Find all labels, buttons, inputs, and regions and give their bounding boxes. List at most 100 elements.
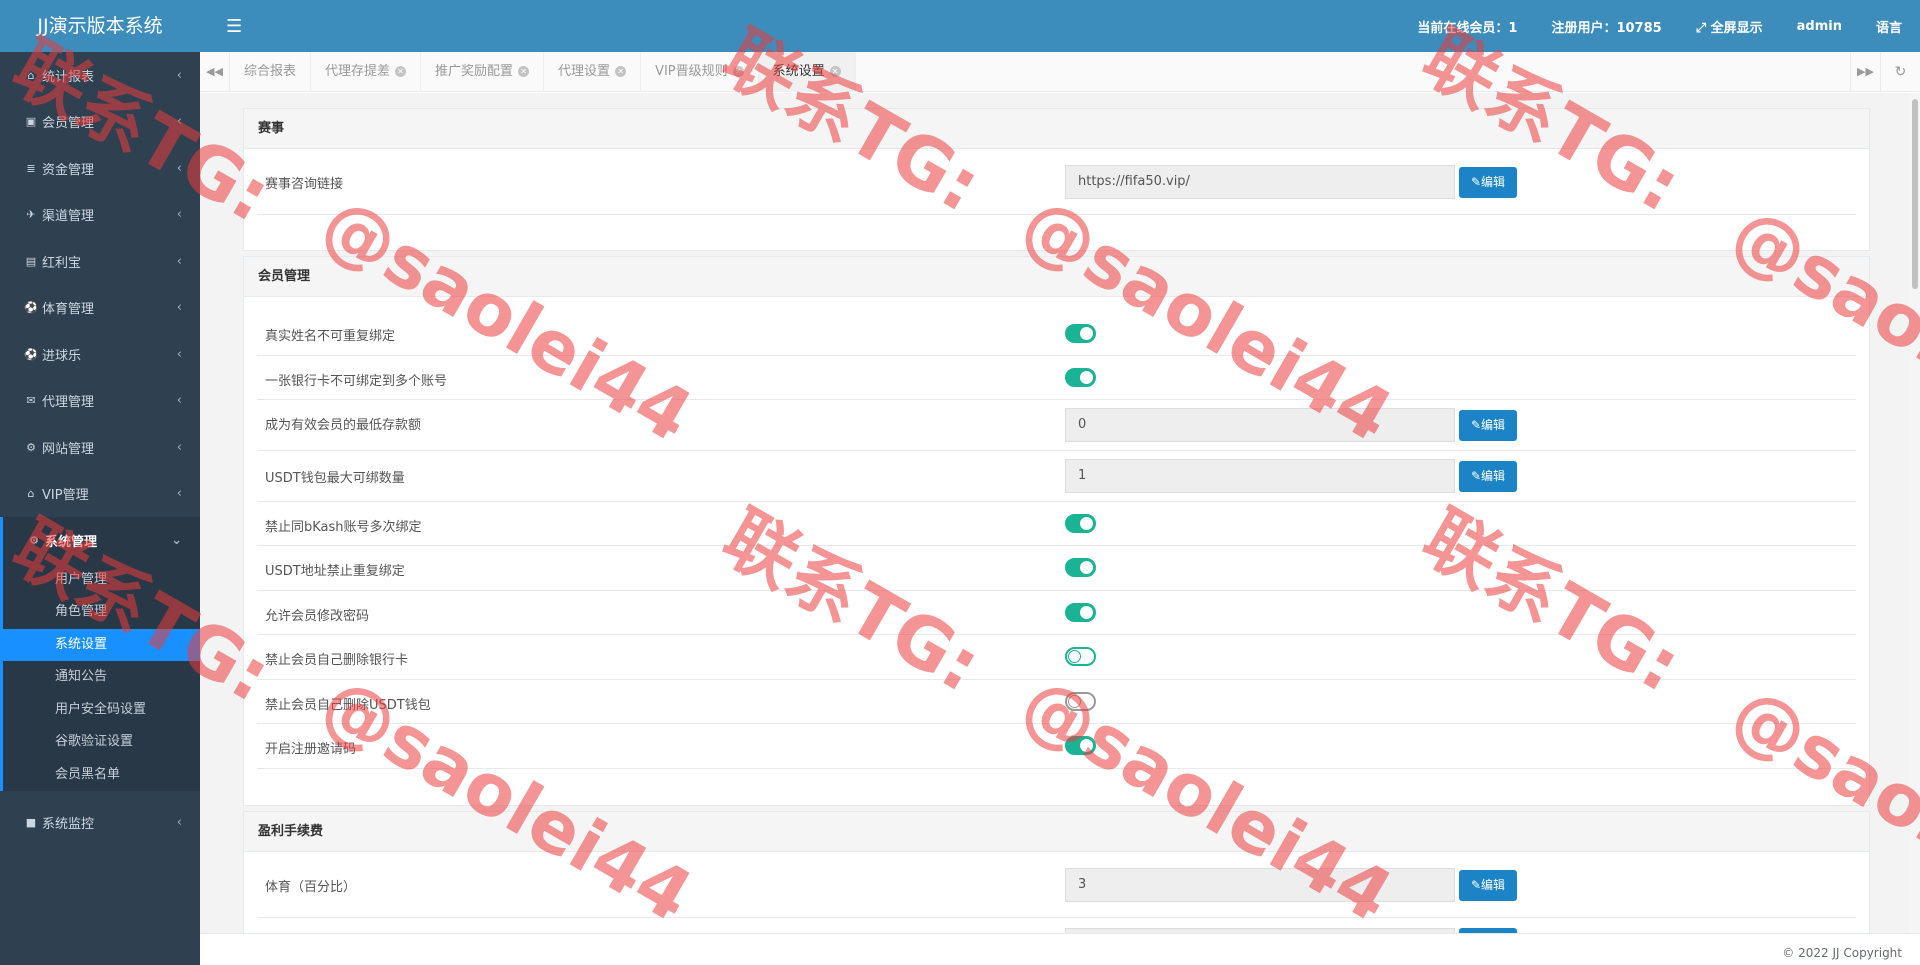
submenu-item-blacklist[interactable]: 会员黑名单 [3,759,200,792]
submenu-item-security-code[interactable]: 用户安全码设置 [3,694,200,727]
section-event: 赛事 赛事咨询链接 https://fifa50.vip/ ✎编辑 [243,108,1870,251]
toggle-knob [1080,561,1093,574]
setting-row: 真实姓名不可重复绑定 [257,297,1856,356]
sports-fee-input[interactable]: 3 [1065,868,1455,902]
submenu-item-notices[interactable]: 通知公告 [3,661,200,694]
user-icon: ▣ [25,115,37,129]
chevron-left-icon: ‹ [176,346,182,362]
sidebar-item-sports[interactable]: ⚽ 体育管理 ‹ [0,285,200,332]
scrollbar-thumb[interactable] [1912,99,1918,289]
setting-label: 禁止会员自己删除银行卡 [265,653,409,668]
sidebar-item-agents[interactable]: ✉ 代理管理 ‹ [0,378,200,425]
tab-vip-rules[interactable]: VIP晋级规则 ✕ [641,52,759,92]
setting-label: 禁止同bKash账号多次绑定 [265,520,422,535]
submenu-item-settings[interactable]: 系统设置 [0,628,200,661]
setting-label: 允许会员修改密码 [265,609,370,624]
edit-button[interactable]: ✎编辑 [1459,410,1517,441]
toggle-knob [1080,739,1093,752]
tabs-scroll-right-icon[interactable]: ▶▶ [1850,52,1880,92]
envelope-icon: ✉ [26,394,36,408]
tab-overview-report[interactable]: 综合报表 [230,52,312,92]
sidebar-item-system[interactable]: ⚙ 系统管理 ⌄ [0,517,200,564]
expand-icon: ⤢ [1695,20,1707,36]
sidebar-item-monitor[interactable]: ■ 系统监控 ‹ [0,799,200,846]
edit-icon: ✎ [1470,878,1482,892]
sidebar-item-vip[interactable]: ⌂ VIP管理 ‹ [0,471,200,518]
sidebar-item-members[interactable]: ▣ 会员管理 ‹ [0,99,200,146]
close-icon[interactable]: ✕ [732,66,744,77]
min-deposit-input[interactable]: 0 [1065,408,1455,442]
setting-row: 禁止同bKash账号多次绑定 [257,502,1856,546]
tab-label: 综合报表 [244,64,297,79]
sidebar-item-goal[interactable]: ⚽ 进球乐 ‹ [0,331,200,378]
tab-label: 推广奖励配置 [435,64,514,79]
sidebar-item-label: 统计报表 [42,69,95,85]
sidebar-item-funds[interactable]: ≣ 资金管理 ‹ [0,145,200,192]
setting-label: 体育（百分比） [265,880,357,895]
setting-label: 真实姓名不可重复绑定 [265,329,396,344]
sidebar-item-bonus[interactable]: ▤ 红利宝 ‹ [0,238,200,285]
toggle-switch[interactable] [1065,647,1096,666]
edit-button[interactable]: ✎编辑 [1459,167,1517,198]
toggle-knob [1080,371,1093,384]
setting-label: 成为有效会员的最低存款额 [265,418,422,433]
usdt-max-input[interactable]: 1 [1065,459,1455,493]
toggle-switch[interactable] [1065,736,1096,755]
tabs-scroll-left-icon[interactable]: ◀◀ [200,52,230,92]
soccer-icon: ⚽ [24,301,38,315]
edit-label: 编辑 [1481,418,1506,432]
sidebar-item-reports[interactable]: ⌂ 统计报表 ‹ [0,52,200,99]
close-icon[interactable]: ✕ [615,66,627,77]
submenu-item-roles[interactable]: 角色管理 [3,596,200,629]
chevron-left-icon: ‹ [176,439,182,455]
chevron-left-icon: ‹ [176,300,182,316]
user-menu[interactable]: admin [1797,19,1842,34]
video-icon: ■ [25,815,37,829]
sidebar-item-label: 渠道管理 [42,209,95,225]
sidebar-item-website[interactable]: ⚙ 网站管理 ‹ [0,424,200,471]
toggle-knob [1080,606,1093,619]
toggle-switch[interactable] [1065,514,1096,533]
section-member: 会员管理 真实姓名不可重复绑定 一张银行卡不可绑定到多个账号 成为有效会员的最低… [243,256,1870,806]
close-icon[interactable]: ✕ [829,66,841,77]
edit-button[interactable]: ✎编辑 [1459,870,1517,901]
sidebar-item-channels[interactable]: ✈ 渠道管理 ‹ [0,192,200,239]
language-menu[interactable]: 语言 [1876,17,1902,36]
submenu-item-users[interactable]: 用户管理 [3,564,200,597]
toggle-switch[interactable] [1065,603,1096,622]
tab-agent-settings[interactable]: 代理设置 ✕ [544,52,642,92]
setting-label: 一张银行卡不可绑定到多个账号 [265,374,448,389]
edit-icon: ✎ [1470,175,1482,189]
top-navbar: ☰ 当前在线会员：1 注册用户：10785 ⤢ 全屏显示 admin 语言 [200,0,1920,52]
chevron-left-icon: ‹ [176,253,182,269]
tab-system-settings[interactable]: 系统设置 ✕ [758,52,856,92]
edit-label: 编辑 [1481,878,1506,892]
setting-label: 开启注册邀请码 [265,742,357,757]
event-link-input[interactable]: https://fifa50.vip/ [1065,165,1455,199]
tab-agent-deposit[interactable]: 代理存提差 ✕ [311,52,422,92]
tab-promo-reward[interactable]: 推广奖励配置 ✕ [421,52,545,92]
toggle-switch[interactable] [1065,692,1096,711]
chevron-left-icon: ‹ [176,160,182,176]
submenu-item-google-auth[interactable]: 谷歌验证设置 [3,726,200,759]
toggle-switch[interactable] [1065,324,1096,343]
footer-copyright: © 2022 JJ Copyright [200,933,1920,965]
chevron-left-icon: ‹ [176,114,182,130]
page-tabs: 综合报表 代理存提差 ✕ 推广奖励配置 ✕ 代理设置 ✕ VIP晋级规则 ✕ 系统设置 ✕ [230,52,856,92]
edit-button[interactable]: ✎编辑 [1459,461,1517,492]
close-icon[interactable]: ✕ [395,66,407,77]
setting-row: 允许会员修改密码 [257,591,1856,635]
tab-label: 代理存提差 [325,64,391,79]
tab-label: 系统设置 [772,64,825,79]
content-scrollbar[interactable] [1910,93,1920,933]
main-content: 赛事 赛事咨询链接 https://fifa50.vip/ ✎编辑 会员管理 真… [200,93,1920,933]
close-icon[interactable]: ✕ [518,66,530,77]
toggle-switch[interactable] [1065,368,1096,387]
fullscreen-button[interactable]: ⤢ 全屏显示 [1696,17,1763,36]
gear-icon: ⚙ [29,533,39,547]
menu-toggle-icon[interactable]: ☰ [226,16,242,37]
toggle-switch[interactable] [1065,558,1096,577]
sidebar-item-label: 进球乐 [42,348,82,364]
setting-label: 赛事咨询链接 [265,177,344,192]
refresh-icon[interactable]: ↻ [1880,52,1920,92]
